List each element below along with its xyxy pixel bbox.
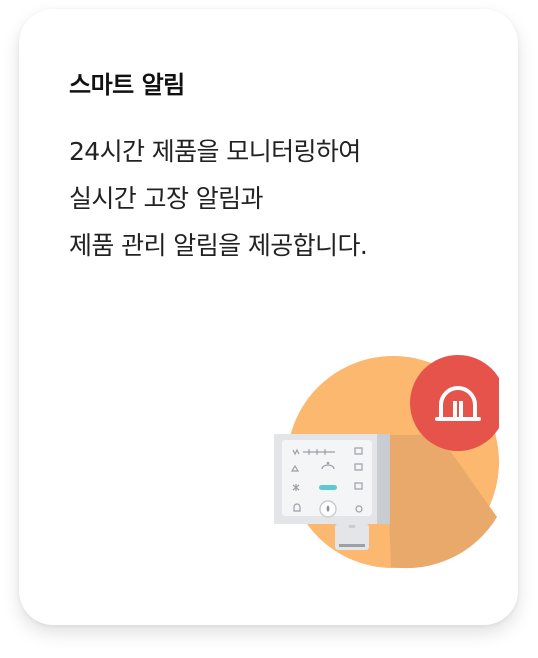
description-line-2: 실시간 고장 알림과 [69, 184, 264, 213]
card-title: 스마트 알림 [69, 71, 185, 99]
description-line-3: 제품 관리 알림을 제공합니다. [69, 231, 368, 260]
description-line-1: 24시간 제품을 모니터링하여 [69, 137, 361, 166]
smart-alert-card: 스마트 알림 24시간 제품을 모니터링하여 실시간 고장 알림과 제품 관리 … [19, 9, 518, 625]
card-description: 24시간 제품을 모니터링하여 실시간 고장 알림과 제품 관리 알림을 제공합… [69, 128, 489, 269]
smart-alert-illustration [259, 339, 499, 579]
